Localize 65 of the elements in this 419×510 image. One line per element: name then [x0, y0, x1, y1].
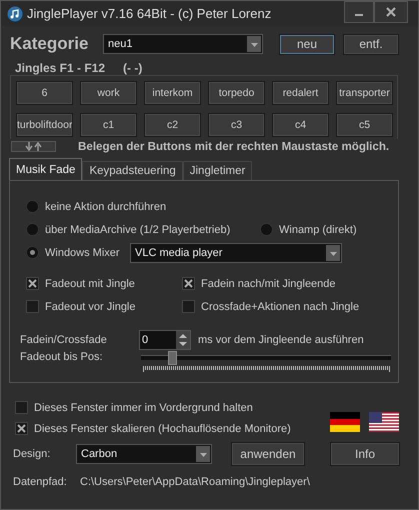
radio-label: über MediaArchive (1/2 Playerbetrieb): [45, 224, 230, 236]
app-icon: [7, 6, 23, 22]
jingle-button[interactable]: interkom: [144, 81, 201, 105]
radio-button[interactable]: [260, 223, 273, 236]
minimize-button[interactable]: [344, 1, 374, 23]
category-dropdown[interactable]: neu1: [103, 34, 263, 54]
tab[interactable]: Jingletimer: [182, 161, 252, 180]
checkbox-label: Fadeout mit Jingle: [45, 278, 135, 290]
category-label: Kategorie: [10, 34, 90, 54]
checkbox[interactable]: [182, 300, 195, 313]
checkbox-label: Crossfade+Aktionen nach Jingle: [201, 300, 360, 312]
checkbox[interactable]: [26, 300, 39, 313]
jingle-button[interactable]: turboliftdoor: [16, 113, 73, 137]
jingle-button[interactable]: 6: [16, 81, 73, 105]
checkbox[interactable]: [26, 277, 39, 290]
radio-label: Winamp (direkt): [279, 224, 357, 236]
design-dropdown[interactable]: Carbon: [76, 444, 212, 464]
jingle-button[interactable]: torpedo: [208, 81, 265, 105]
close-icon: [386, 7, 396, 17]
fadeout-label: Fadeout bis Pos:: [20, 351, 104, 363]
german-flag-icon[interactable]: [330, 412, 360, 432]
jingle-button[interactable]: c5: [336, 113, 393, 137]
group-title: Jingles F1 - F12: [15, 61, 106, 75]
checkbox-label: Dieses Fenster immer im Vordergrund halten: [34, 402, 253, 414]
swap-arrows-icon: [24, 142, 44, 150]
category-button[interactable]: neu: [279, 34, 335, 54]
radio-button[interactable]: [26, 223, 39, 236]
apply-button[interactable]: anwenden: [231, 442, 305, 466]
category-button[interactable]: entf.: [343, 34, 399, 54]
info-button[interactable]: Info: [330, 442, 400, 466]
fadein-label: Fadein/Crossfade: [20, 334, 108, 346]
jingle-button[interactable]: c2: [144, 113, 201, 137]
radio-button[interactable]: [26, 200, 39, 213]
checkbox[interactable]: [182, 277, 195, 290]
fadein-spinbox[interactable]: 0: [139, 330, 191, 350]
radio-label: Windows Mixer: [45, 246, 120, 258]
checkbox-label: Dieses Fenster skalieren (Hochauflösende Monitore): [34, 422, 291, 434]
us-flag-icon[interactable]: [369, 412, 399, 432]
window-title: JinglePlayer v7.16 64Bit - (c) Peter Lorenz: [27, 6, 272, 21]
jingle-button[interactable]: c3: [208, 113, 265, 137]
path-value: C:\Users\Peter\AppData\Roaming\Jingleplayer\: [80, 476, 310, 488]
jingle-button[interactable]: transporter: [336, 81, 393, 105]
fadeout-slider[interactable]: [141, 351, 391, 373]
swap-button[interactable]: [11, 140, 56, 152]
spin-arrows-icon[interactable]: [176, 330, 190, 348]
fadein-unit: ms vor dem Jingleende ausführen: [198, 334, 364, 346]
jingle-status: (- -): [123, 61, 142, 75]
jingle-button[interactable]: redalert: [272, 81, 329, 105]
path-label: Datenpfad:: [13, 476, 68, 488]
mixer-dropdown[interactable]: VLC media player: [130, 242, 342, 262]
checkbox[interactable]: [15, 401, 28, 414]
radio-label: keine Aktion durchführen: [45, 200, 166, 212]
slider-thumb[interactable]: [168, 351, 176, 365]
design-label: Design:: [13, 448, 52, 460]
checkbox[interactable]: [15, 422, 28, 435]
checkbox-label: Fadein nach/mit Jingleende: [201, 278, 336, 290]
tab[interactable]: Keypadsteuering: [82, 161, 183, 180]
tab[interactable]: Musik Fade: [9, 158, 82, 180]
jingle-button[interactable]: work: [80, 81, 137, 105]
close-button[interactable]: [374, 1, 408, 23]
hint-text: Belegen der Buttons mit der rechten Maustaste möglich.: [78, 140, 390, 152]
radio-button[interactable]: [26, 246, 39, 259]
jingle-button[interactable]: c4: [272, 113, 329, 137]
jingle-button[interactable]: c1: [80, 113, 137, 137]
checkbox-label: Fadeout vor Jingle: [45, 300, 136, 312]
